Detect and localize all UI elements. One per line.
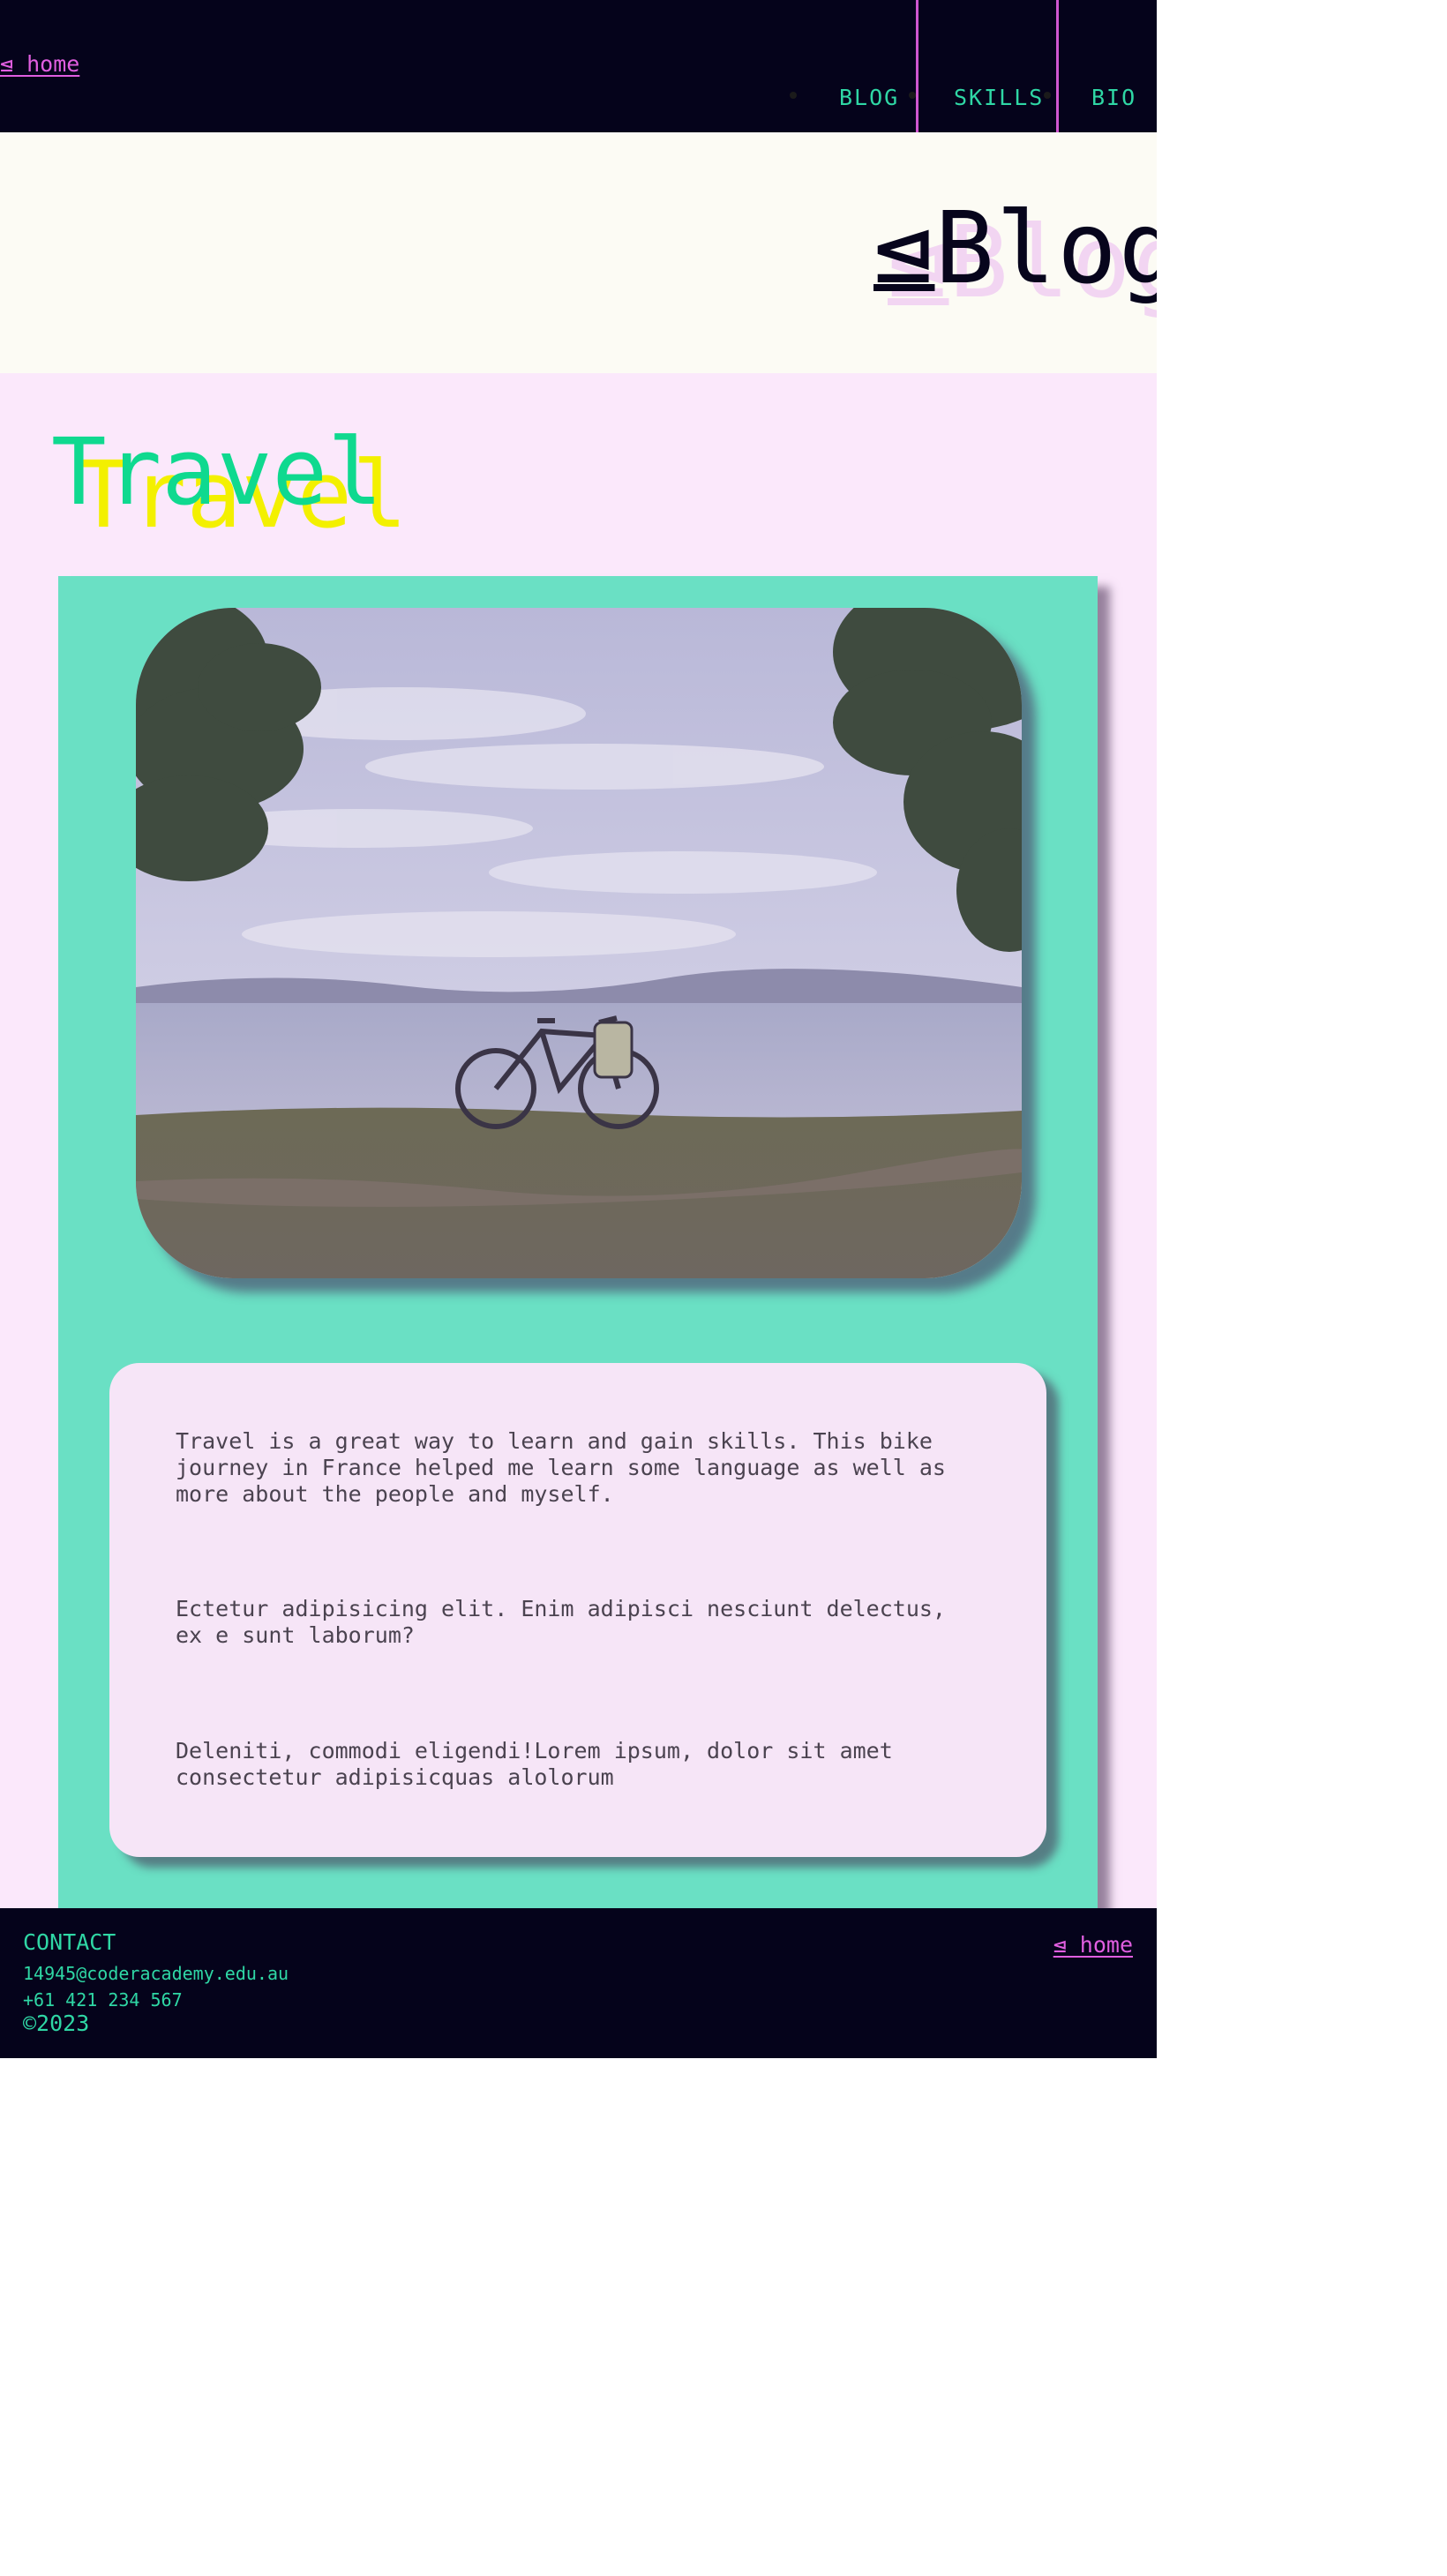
nav-item-label: BLOG <box>839 85 900 110</box>
nav-item-label: SKILLS <box>954 85 1045 110</box>
footer-home-link[interactable]: ⊴ home <box>1053 1932 1133 1958</box>
article-paragraph: Deleniti, commodi eligendi!Lorem ipsum, … <box>176 1738 893 1790</box>
contact-heading: CONTACT <box>23 1929 116 1955</box>
site-header: ⊴ home BLOG SKILLS BIO <box>0 0 1157 132</box>
main-content: Travel Travel Travel is a great way to l… <box>0 373 1157 1908</box>
nav-item-label: BIO <box>1091 85 1137 110</box>
nav-bullet-icon <box>909 92 916 99</box>
hero-banner: ⊴Blog ⊴Blog <box>0 132 1157 373</box>
section-title: Travel <box>51 418 383 526</box>
copyright: ©2023 <box>23 2011 90 2036</box>
travel-card: Travel is a great way to learn and gain … <box>58 576 1098 1908</box>
nav-item-bio[interactable]: BIO <box>1059 0 1157 132</box>
article-paragraph: Ectetur adipisicing elit. Enim adipisci … <box>176 1596 946 1648</box>
triangle-icon: ⊴ <box>873 191 935 306</box>
page: ⊴ home BLOG SKILLS BIO ⊴Blog ⊴Blog Trave… <box>0 0 1157 2058</box>
nav-bullet-icon <box>790 92 797 99</box>
contact-phone[interactable]: +61 421 234 567 <box>23 1989 183 2011</box>
page-title-text: Blog <box>934 191 1157 306</box>
site-footer: CONTACT 14945@coderacademy.edu.au +61 42… <box>0 1908 1157 2058</box>
home-link[interactable]: ⊴ home <box>0 51 79 77</box>
article-text-box: Travel is a great way to learn and gain … <box>109 1363 1046 1857</box>
page-title: ⊴Blog <box>873 199 1157 298</box>
nav-item-blog[interactable]: BLOG <box>825 0 918 132</box>
article-paragraph: Travel is a great way to learn and gain … <box>176 1428 946 1507</box>
bicycle-lake-photo <box>136 608 1022 1278</box>
nav-item-skills[interactable]: SKILLS <box>916 0 1059 132</box>
nav-bullet-icon <box>1044 92 1051 99</box>
contact-email[interactable]: 14945@coderacademy.edu.au <box>23 1963 289 1984</box>
